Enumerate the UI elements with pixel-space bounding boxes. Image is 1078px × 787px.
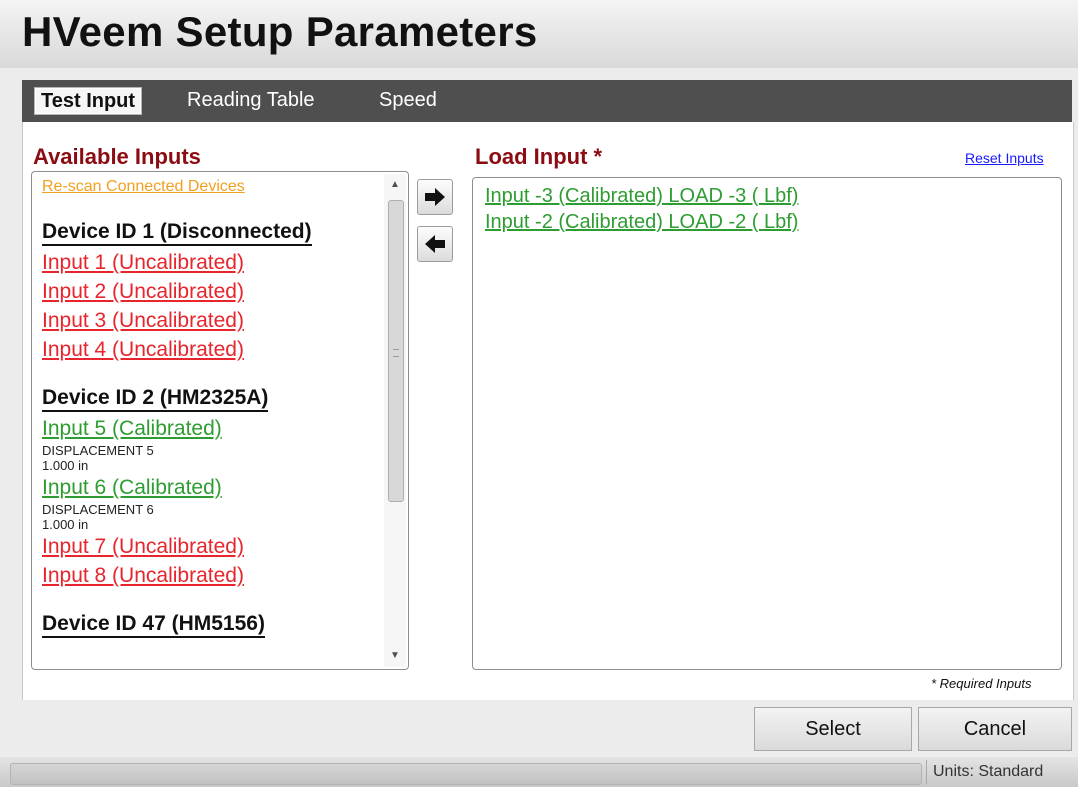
input-item[interactable]: Input 1 (Uncalibrated) xyxy=(42,248,382,277)
input-item[interactable]: Input 8 (Uncalibrated) xyxy=(42,561,382,590)
load-input-content: Input -3 (Calibrated) LOAD -3 ( Lbf) Inp… xyxy=(485,183,798,235)
status-progress-area xyxy=(10,763,922,785)
status-bar: Units: Standard xyxy=(0,757,1078,787)
available-inputs-list[interactable]: Re-scan Connected Devices Device ID 1 (D… xyxy=(31,171,409,670)
tab-test-input[interactable]: Test Input xyxy=(34,87,143,115)
units-status: Units: Standard xyxy=(926,760,1076,784)
scroll-thumb[interactable] xyxy=(388,200,404,502)
tab-content: Available Inputs Re-scan Connected Devic… xyxy=(22,122,1074,700)
device-title: Device ID 47 (HM5156) xyxy=(42,612,265,638)
tab-reading-table[interactable]: Reading Table xyxy=(187,87,315,113)
input-channel-value: 1.000 in xyxy=(42,517,89,532)
scroll-up-icon[interactable]: ▲ xyxy=(384,176,406,194)
input-item[interactable]: Input 3 (Uncalibrated) xyxy=(42,306,382,335)
input-item[interactable]: Input 7 (Uncalibrated) xyxy=(42,532,382,561)
input-channel-name: DISPLACEMENT 6 xyxy=(42,502,154,517)
tab-strip: Test Input Reading Table Speed xyxy=(22,80,1072,122)
reset-inputs-link[interactable]: Reset Inputs xyxy=(965,150,1044,166)
load-input-list[interactable]: Input -3 (Calibrated) LOAD -3 ( Lbf) Inp… xyxy=(472,177,1062,670)
device-title: Device ID 1 (Disconnected) xyxy=(42,220,312,246)
input-item[interactable]: Input 4 (Uncalibrated) xyxy=(42,335,382,364)
scroll-grip xyxy=(393,349,399,357)
available-inputs-content: Re-scan Connected Devices Device ID 1 (D… xyxy=(42,176,382,662)
available-inputs-scrollbar[interactable]: ▲ ▼ xyxy=(384,174,406,667)
device-group: Device ID 47 (HM5156) xyxy=(42,612,382,640)
tab-speed[interactable]: Speed xyxy=(379,87,437,113)
arrow-left-icon xyxy=(425,235,445,253)
scroll-down-icon[interactable]: ▼ xyxy=(384,647,406,665)
add-input-button[interactable] xyxy=(417,179,453,215)
window-title: HVeem Setup Parameters xyxy=(22,8,538,55)
arrow-right-icon xyxy=(425,188,445,206)
remove-input-button[interactable] xyxy=(417,226,453,262)
input-item[interactable]: Input 5 (Calibrated) xyxy=(42,414,382,443)
required-inputs-note: * Required Inputs xyxy=(931,676,1032,691)
cancel-button[interactable]: Cancel xyxy=(918,707,1072,751)
input-item[interactable]: Input 2 (Uncalibrated) xyxy=(42,277,382,306)
device-title: Device ID 2 (HM2325A) xyxy=(42,386,269,412)
load-input-item[interactable]: Input -2 (Calibrated) LOAD -2 ( Lbf) xyxy=(485,209,798,235)
device-group: Device ID 1 (Disconnected) Input 1 (Uncal… xyxy=(42,220,382,364)
input-item[interactable]: Input 6 (Calibrated) xyxy=(42,473,382,502)
load-input-title: Load Input * xyxy=(475,144,603,169)
rescan-devices-link[interactable]: Re-scan Connected Devices xyxy=(42,178,382,196)
load-input-item[interactable]: Input -3 (Calibrated) LOAD -3 ( Lbf) xyxy=(485,183,798,209)
title-bar: HVeem Setup Parameters xyxy=(0,0,1078,68)
input-channel-name: DISPLACEMENT 5 xyxy=(42,443,154,458)
input-channel-value: 1.000 in xyxy=(42,458,89,473)
device-group: Device ID 2 (HM2325A) Input 5 (Calibrated… xyxy=(42,386,382,590)
select-button[interactable]: Select xyxy=(754,707,912,751)
available-inputs-title: Available Inputs xyxy=(33,144,201,169)
